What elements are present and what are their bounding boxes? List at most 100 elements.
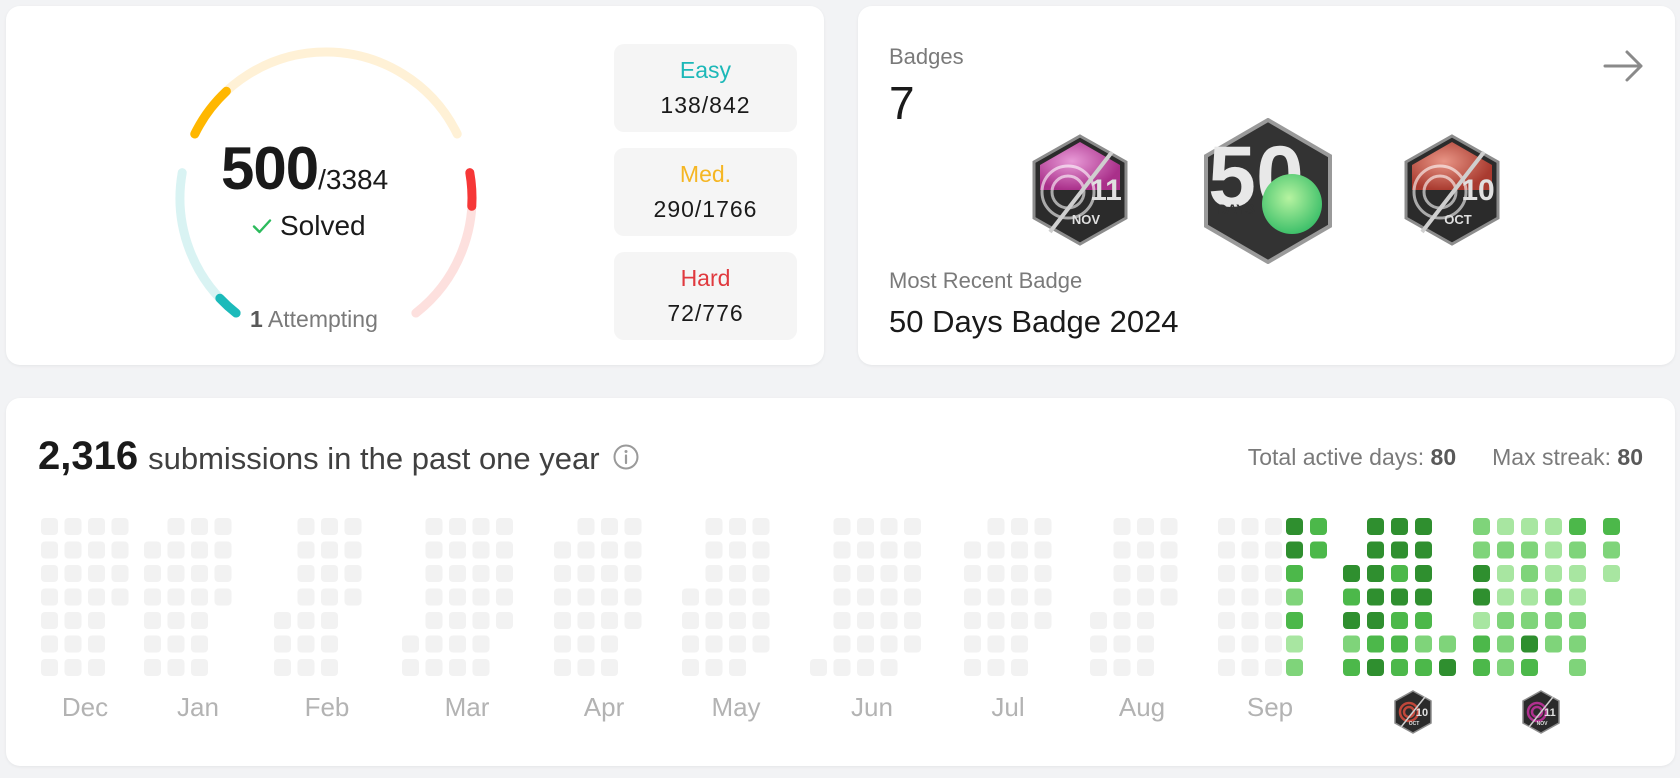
heatmap-cell[interactable]: [1137, 588, 1154, 606]
heatmap-cell[interactable]: [321, 635, 338, 653]
heatmap-cell[interactable]: [1265, 635, 1282, 653]
heatmap-cell[interactable]: [191, 659, 208, 676]
heatmap-cell[interactable]: [1265, 659, 1282, 676]
heatmap-cell[interactable]: [344, 588, 362, 606]
heatmap-cell[interactable]: [987, 659, 1005, 676]
heatmap-cell[interactable]: [167, 659, 185, 676]
heatmap-cell[interactable]: [857, 659, 874, 676]
heatmap-cell[interactable]: [1011, 541, 1028, 559]
heatmap-cell[interactable]: [1011, 518, 1028, 535]
heatmap-cell[interactable]: [1545, 518, 1562, 535]
heatmap-cell[interactable]: [810, 659, 827, 676]
heatmap-cell[interactable]: [1011, 659, 1028, 676]
heatmap-cell[interactable]: [167, 541, 185, 559]
heatmap-cell[interactable]: [987, 565, 1005, 582]
heatmap-cell[interactable]: [857, 541, 874, 559]
heatmap-cell[interactable]: [729, 518, 746, 535]
heatmap-cell[interactable]: [577, 635, 595, 653]
heatmap-cell[interactable]: [1569, 659, 1586, 676]
heatmap-cell[interactable]: [41, 635, 58, 653]
heatmap-cell[interactable]: [1218, 518, 1235, 535]
heatmap-cell[interactable]: [64, 565, 82, 582]
heatmap-cell[interactable]: [191, 635, 208, 653]
heatmap-cell[interactable]: [1521, 635, 1538, 653]
heatmap-cell[interactable]: [1265, 565, 1282, 582]
heatmap-cell[interactable]: [1011, 565, 1028, 582]
heatmap-cell[interactable]: [705, 541, 723, 559]
heatmap-cell[interactable]: [857, 588, 874, 606]
heatmap-cell[interactable]: [214, 541, 232, 559]
heatmap-cell[interactable]: [880, 612, 898, 629]
heatmap-cell[interactable]: [1137, 635, 1154, 653]
heatmap-cell[interactable]: [144, 588, 161, 606]
heatmap-cell[interactable]: [1391, 612, 1408, 629]
heatmap-cell[interactable]: [987, 612, 1005, 629]
heatmap-cell[interactable]: [880, 518, 898, 535]
heatmap-cell[interactable]: [1603, 565, 1620, 582]
heatmap-cell[interactable]: [1160, 565, 1178, 582]
heatmap-cell[interactable]: [987, 635, 1005, 653]
heatmap-cell[interactable]: [624, 565, 642, 582]
heatmap-cell[interactable]: [857, 518, 874, 535]
heatmap-cell[interactable]: [191, 541, 208, 559]
heatmap-cell[interactable]: [1497, 588, 1514, 606]
heatmap-cell[interactable]: [1497, 518, 1514, 535]
heatmap-cell[interactable]: [64, 541, 82, 559]
heatmap-cell[interactable]: [321, 565, 338, 582]
heatmap-cell[interactable]: [1034, 588, 1052, 606]
heatmap-cell[interactable]: [752, 565, 770, 582]
heatmap-cell[interactable]: [1137, 565, 1154, 582]
heatmap-cell[interactable]: [752, 635, 770, 653]
heatmap-cell[interactable]: [1473, 565, 1490, 582]
heatmap-cell[interactable]: [41, 565, 58, 582]
heatmap-cell[interactable]: [601, 635, 618, 653]
heatmap-cell[interactable]: [1473, 612, 1490, 629]
heatmap-cell[interactable]: [624, 612, 642, 629]
heatmap-cell[interactable]: [64, 635, 82, 653]
heatmap-cell[interactable]: [1343, 612, 1360, 629]
heatmap-cell[interactable]: [111, 518, 129, 535]
heatmap-cell[interactable]: [1160, 588, 1178, 606]
heatmap-cell[interactable]: [425, 612, 443, 629]
heatmap-cell[interactable]: [752, 588, 770, 606]
heatmap-cell[interactable]: [274, 635, 291, 653]
heatmap-cell[interactable]: [1034, 565, 1052, 582]
heatmap-cell[interactable]: [577, 588, 595, 606]
heatmap-cell[interactable]: [1218, 612, 1235, 629]
heatmap-cell[interactable]: [1343, 635, 1360, 653]
heatmap-cell[interactable]: [577, 612, 595, 629]
heatmap-cell[interactable]: [64, 588, 82, 606]
heatmap-cell[interactable]: [425, 588, 443, 606]
heatmap-cell[interactable]: [425, 541, 443, 559]
difficulty-easy[interactable]: Easy 138/842: [614, 44, 797, 132]
heatmap-cell[interactable]: [214, 518, 232, 535]
heatmap-cell[interactable]: [1113, 518, 1131, 535]
heatmap-cell[interactable]: [1090, 612, 1107, 629]
heatmap-cell[interactable]: [729, 612, 746, 629]
heatmap-cell[interactable]: [214, 588, 232, 606]
heatmap-cell[interactable]: [41, 612, 58, 629]
heatmap-cell[interactable]: [1241, 588, 1259, 606]
heatmap-cell[interactable]: [1113, 565, 1131, 582]
heatmap-cell[interactable]: [344, 541, 362, 559]
heatmap-cell[interactable]: [344, 565, 362, 582]
heatmap-cell[interactable]: [167, 635, 185, 653]
heatmap-cell[interactable]: [64, 612, 82, 629]
heatmap-cell[interactable]: [554, 635, 571, 653]
heatmap-cell[interactable]: [1160, 541, 1178, 559]
heatmap-cell[interactable]: [880, 565, 898, 582]
heatmap-cell[interactable]: [144, 659, 161, 676]
heatmap-cell[interactable]: [1241, 659, 1259, 676]
heatmap-cell[interactable]: [601, 518, 618, 535]
heatmap-cell[interactable]: [496, 588, 513, 606]
heatmap-cell[interactable]: [88, 518, 105, 535]
heatmap-cell[interactable]: [1113, 588, 1131, 606]
heatmap-cell[interactable]: [729, 565, 746, 582]
heatmap-cell[interactable]: [1497, 659, 1514, 676]
heatmap-cell[interactable]: [1137, 612, 1154, 629]
heatmap-cell[interactable]: [624, 541, 642, 559]
heatmap-cell[interactable]: [1367, 635, 1384, 653]
heatmap-cell[interactable]: [191, 612, 208, 629]
heatmap-cell[interactable]: [880, 635, 898, 653]
heatmap-cell[interactable]: [601, 565, 618, 582]
